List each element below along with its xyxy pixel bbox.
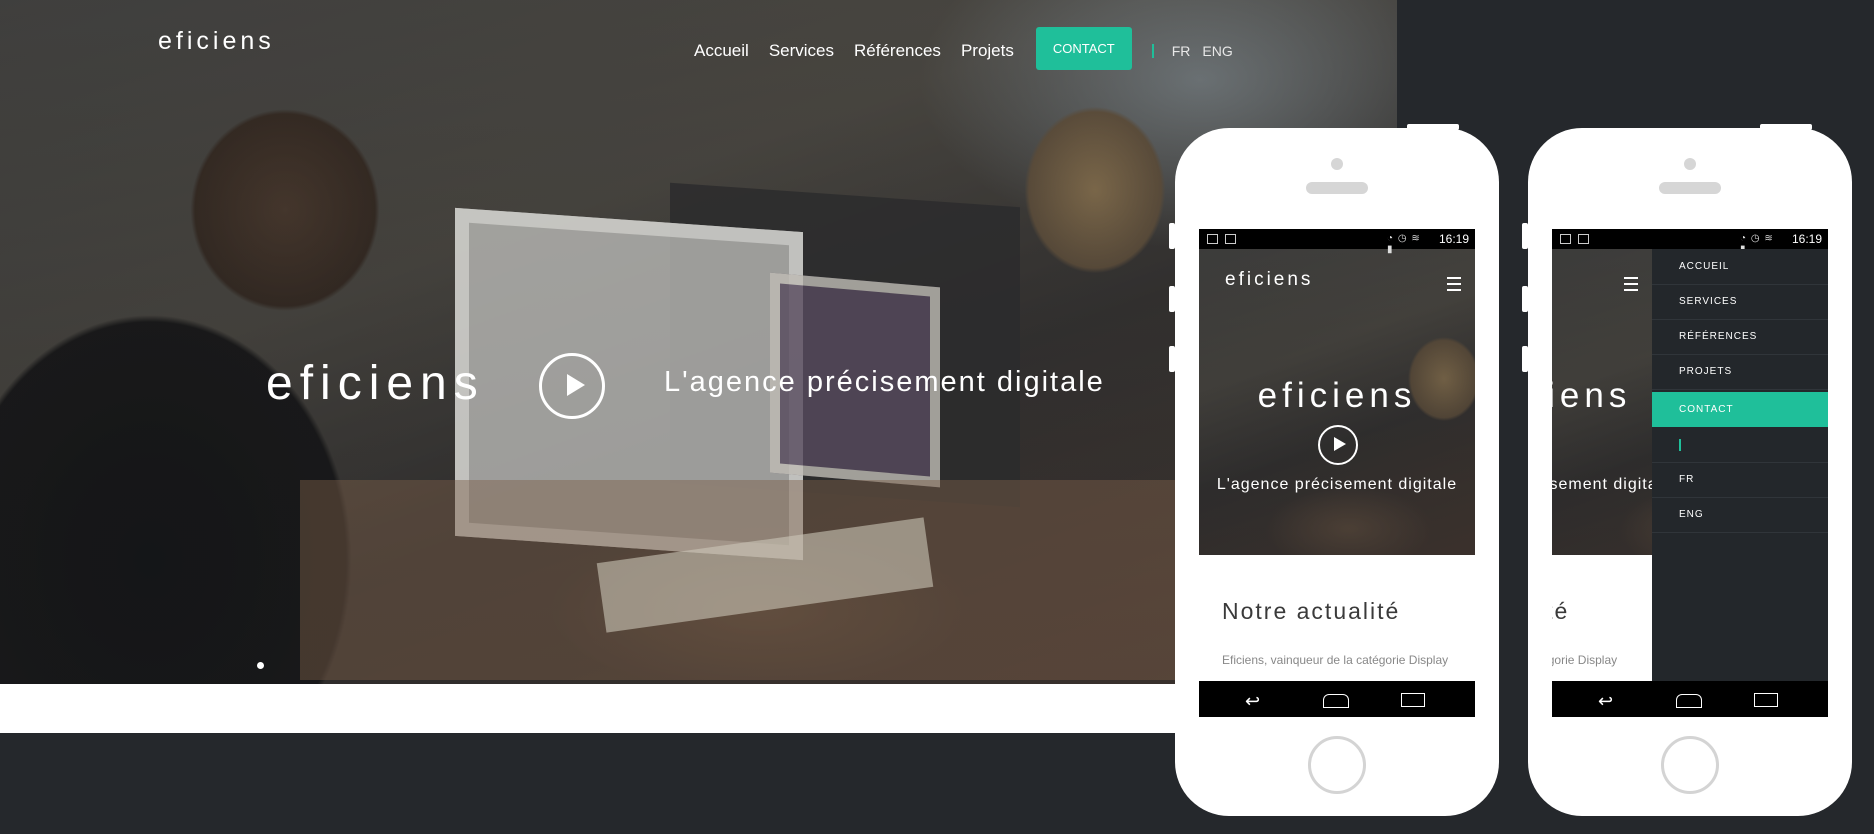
- drawer-lang-fr[interactable]: FR: [1652, 462, 1828, 498]
- main-nav: Accueil Services Références Projets CONT…: [694, 27, 1245, 70]
- play-icon: [567, 374, 585, 396]
- image-icon: [1207, 234, 1218, 244]
- drawer-item-services[interactable]: SERVICES: [1652, 284, 1828, 320]
- news-article-link[interactable]: Eficiens, vainqueur de la catégorie Disp…: [1552, 651, 1621, 670]
- menu-icon[interactable]: [1624, 277, 1638, 291]
- nav-references[interactable]: Références: [854, 41, 941, 61]
- home-icon[interactable]: [1676, 694, 1702, 708]
- nav-projets[interactable]: Projets: [961, 41, 1014, 61]
- back-icon[interactable]: ↩: [1245, 691, 1260, 712]
- news-title: Notre actualité: [1552, 598, 1570, 624]
- image-icon: [1560, 234, 1571, 244]
- drawer-item-accueil[interactable]: ACCUEIL: [1652, 249, 1828, 285]
- phone-screen: eficiens eficiens L'agence précisement d…: [1199, 229, 1475, 717]
- drawer-item-label: ENG: [1679, 509, 1704, 520]
- play-video-button[interactable]: [1318, 425, 1358, 465]
- phone-mockup: eficiens eficiens L'agence précisement d…: [1169, 124, 1499, 816]
- phone-mockup-menu-open: eficiens L'agence précisement digitale ◔…: [1522, 124, 1852, 816]
- mobile-hero: eficiens eficiens L'agence précisement d…: [1199, 249, 1475, 555]
- status-bar: ◔ ◷ ≋ ▮ 16:19: [1552, 229, 1828, 255]
- news-title: Notre actualité: [1222, 598, 1401, 624]
- hero-tagline: L'agence précisement digitale: [664, 366, 1105, 398]
- home-icon[interactable]: [1323, 694, 1349, 708]
- separator-bar: [1679, 439, 1681, 451]
- back-icon[interactable]: ↩: [1598, 691, 1613, 712]
- news-article-link[interactable]: Eficiens, vainqueur de la catégorie Disp…: [1222, 651, 1452, 670]
- mobile-logo[interactable]: eficiens: [1225, 269, 1313, 291]
- drawer-item-label: ACCUEIL: [1679, 261, 1730, 272]
- drawer-item-label: RÉFÉRENCES: [1679, 331, 1758, 342]
- phone-screen: eficiens L'agence précisement digitale ◔…: [1552, 229, 1828, 717]
- side-button: [1522, 286, 1528, 312]
- slider-dot[interactable]: [257, 662, 264, 669]
- drawer-item-label: CONTACT: [1679, 404, 1734, 415]
- nav-services[interactable]: Services: [769, 41, 834, 61]
- clock: 16:19: [1438, 232, 1469, 246]
- drawer-item-references[interactable]: RÉFÉRENCES: [1652, 319, 1828, 355]
- home-button[interactable]: [1661, 736, 1719, 794]
- drawer-item-label: FR: [1679, 474, 1695, 485]
- android-navbar: ↩: [1199, 681, 1475, 717]
- mobile-tagline: L'agence précisement digitale: [1216, 476, 1458, 493]
- home-button[interactable]: [1308, 736, 1366, 794]
- status-bar: ◔ ◷ ≋ ▮ 16:19: [1199, 229, 1475, 255]
- nav-separator: [1151, 43, 1154, 58]
- recent-apps-icon[interactable]: [1754, 693, 1778, 707]
- speaker: [1659, 182, 1721, 194]
- recent-apps-icon[interactable]: [1401, 693, 1425, 707]
- contact-button[interactable]: CONTACT: [1035, 27, 1132, 70]
- drawer-item-projets[interactable]: PROJETS: [1652, 354, 1828, 390]
- nav-accueil[interactable]: Accueil: [694, 41, 749, 61]
- drawer-lang-eng[interactable]: ENG: [1652, 497, 1828, 533]
- drawer-item-label: PROJETS: [1679, 366, 1733, 377]
- side-button: [1169, 346, 1175, 372]
- drawer-item-contact[interactable]: CONTACT: [1652, 392, 1828, 427]
- lang-eng[interactable]: ENG: [1202, 43, 1232, 59]
- side-button: [1169, 286, 1175, 312]
- side-button: [1522, 346, 1528, 372]
- power-button: [1760, 124, 1812, 130]
- camera: [1331, 158, 1343, 170]
- signal-icons: ◔ ◷ ≋ ▮: [1387, 233, 1421, 255]
- signal-icons: ◔ ◷ ≋ ▮: [1740, 233, 1774, 255]
- side-button: [1522, 223, 1528, 249]
- power-button: [1407, 124, 1459, 130]
- play-video-button[interactable]: [539, 353, 605, 419]
- hero-logo: eficiens: [266, 357, 485, 410]
- lang-fr[interactable]: FR: [1172, 43, 1191, 59]
- nav-drawer: ACCUEIL SERVICES RÉFÉRENCES PROJETS CONT…: [1652, 249, 1828, 681]
- camera: [1684, 158, 1696, 170]
- drawer-separator: [1652, 427, 1828, 463]
- speaker: [1306, 182, 1368, 194]
- side-button: [1169, 223, 1175, 249]
- menu-icon[interactable]: [1447, 277, 1461, 291]
- site-logo[interactable]: eficiens: [158, 27, 275, 56]
- gallery-icon: [1225, 234, 1236, 244]
- gallery-icon: [1578, 234, 1589, 244]
- drawer-item-label: SERVICES: [1679, 296, 1738, 307]
- clock: 16:19: [1791, 232, 1822, 246]
- play-icon: [1334, 437, 1346, 451]
- mobile-hero-logo: eficiens: [1257, 376, 1417, 415]
- android-navbar: ↩: [1552, 681, 1828, 717]
